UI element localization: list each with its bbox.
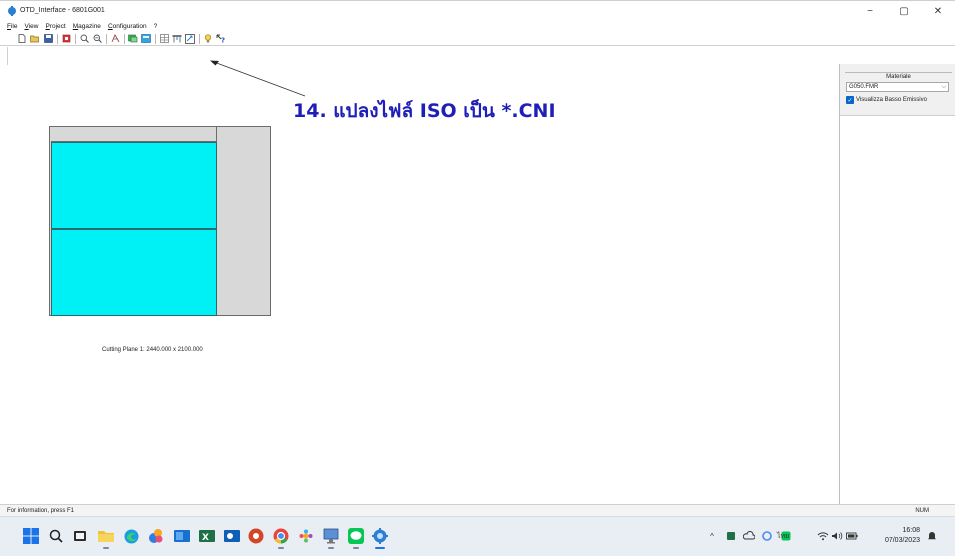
menu-help[interactable]: ?	[154, 23, 158, 30]
light-icon[interactable]	[203, 34, 213, 44]
windows-taskbar: X ^ ไทย 16:08 07/03/2023	[0, 516, 955, 556]
low-emissivity-option[interactable]: ✓ Visualizza Basso Emissivo	[846, 96, 927, 104]
tray-app-icon[interactable]	[725, 530, 737, 542]
pattern-icon[interactable]	[110, 34, 120, 44]
otd-interface-icon[interactable]	[370, 526, 390, 549]
mail-icon[interactable]	[172, 526, 192, 546]
glass-sheet[interactable]	[49, 126, 271, 316]
svg-text:?: ?	[221, 37, 225, 44]
app-icon	[7, 5, 17, 16]
menu-view[interactable]: View	[25, 23, 39, 30]
svg-text:X: X	[202, 533, 209, 543]
outlook-icon[interactable]	[222, 526, 242, 546]
status-bar: For information, press F1 NUM	[0, 504, 955, 516]
app-window: OTD_Interface - 6801G001 − ▢ ✕ File View…	[0, 0, 955, 556]
convert-icon[interactable]	[185, 33, 195, 44]
tray-overflow-icon[interactable]: ^	[706, 530, 718, 542]
file-explorer-icon[interactable]	[96, 526, 116, 549]
clock-time: 16:08	[902, 527, 920, 534]
menu-project[interactable]: Project	[45, 23, 65, 30]
layers-icon[interactable]	[128, 34, 138, 44]
input-language-indicator[interactable]: ไทย	[777, 531, 789, 542]
window-controls: − ▢ ✕	[853, 1, 955, 21]
toolbar-separator	[124, 33, 125, 44]
running-indicator	[328, 547, 334, 549]
stack-icon[interactable]	[141, 34, 151, 44]
line-icon[interactable]	[346, 526, 366, 549]
window-title: OTD_Interface - 6801G001	[20, 7, 105, 14]
material-label: Materiale	[845, 72, 952, 80]
menu-configuration[interactable]: Configuration	[108, 23, 147, 30]
app-icon[interactable]	[296, 526, 316, 546]
toolbar-separator	[199, 33, 200, 44]
open-icon[interactable]	[30, 34, 40, 44]
chevron-down-icon: ⌵	[941, 84, 946, 90]
checkbox-checked-icon[interactable]: ✓	[846, 96, 854, 104]
sheet-waste-strip	[51, 127, 217, 142]
active-indicator	[375, 547, 385, 549]
toolbar-separator	[106, 33, 107, 44]
cutting-plane-label: Cutting Plane 1: 2440.000 x 2100.000	[102, 347, 203, 353]
minimize-button[interactable]: −	[853, 1, 887, 21]
low-emissivity-label: Visualizza Basso Emissivo	[856, 97, 927, 103]
toolbar-separator	[155, 33, 156, 44]
glass-piece-1[interactable]	[51, 142, 217, 229]
menu-bar: File View Project Magazine Configuration…	[0, 20, 955, 32]
excel-icon[interactable]: X	[197, 526, 217, 546]
zoom-out-icon[interactable]	[92, 34, 102, 44]
instruction-annotation: 14. แปลงไฟล์ ISO เป็น *.CNI	[293, 100, 556, 122]
status-text: For information, press F1	[7, 507, 75, 514]
photos-icon[interactable]	[146, 526, 166, 546]
glass-piece-2[interactable]	[51, 229, 217, 316]
tray-cloud-icon[interactable]	[743, 530, 755, 542]
print-icon[interactable]	[61, 34, 71, 44]
remote-desktop-icon[interactable]	[321, 526, 341, 549]
running-indicator	[103, 547, 109, 549]
new-icon[interactable]	[17, 34, 27, 44]
table-icon[interactable]	[159, 34, 169, 44]
toolbar-separator	[57, 33, 58, 44]
menu-magazine[interactable]: Magazine	[73, 23, 101, 30]
machine-icon[interactable]	[172, 34, 182, 44]
wifi-icon[interactable]	[817, 530, 829, 542]
close-button[interactable]: ✕	[921, 1, 955, 21]
num-lock-indicator: NUM	[915, 507, 929, 514]
chrome-icon[interactable]	[271, 526, 291, 549]
material-section: Materiale G050.FMR ⌵ ✓ Visualizza Basso …	[840, 64, 955, 116]
save-icon[interactable]	[43, 34, 53, 44]
search-icon[interactable]	[46, 526, 66, 546]
running-indicator	[353, 547, 359, 549]
material-select[interactable]: G050.FMR ⌵	[846, 82, 949, 92]
task-view-icon[interactable]	[70, 526, 90, 546]
material-value: G050.FMR	[849, 84, 879, 90]
powerpoint-icon[interactable]	[246, 526, 266, 546]
help-icon[interactable]: ?	[216, 34, 226, 44]
maximize-button[interactable]: ▢	[887, 1, 921, 21]
menu-file[interactable]: File	[7, 23, 18, 30]
system-clock[interactable]: 16:08 07/03/2023	[876, 526, 920, 546]
toolbar: ?	[0, 32, 955, 46]
battery-icon[interactable]	[846, 530, 858, 542]
title-bar: OTD_Interface - 6801G001 − ▢ ✕	[0, 0, 955, 20]
tray-google-icon[interactable]	[761, 530, 773, 542]
right-panel: Materiale G050.FMR ⌵ ✓ Visualizza Basso …	[839, 64, 955, 504]
clock-date: 07/03/2023	[884, 537, 920, 544]
zoom-icon[interactable]	[79, 34, 89, 44]
running-indicator	[278, 547, 284, 549]
volume-icon[interactable]	[831, 530, 843, 542]
notifications-icon[interactable]	[926, 530, 938, 542]
toolbar-separator	[75, 33, 76, 44]
edge-icon[interactable]	[121, 526, 141, 546]
windows-start-icon[interactable]	[21, 526, 41, 546]
